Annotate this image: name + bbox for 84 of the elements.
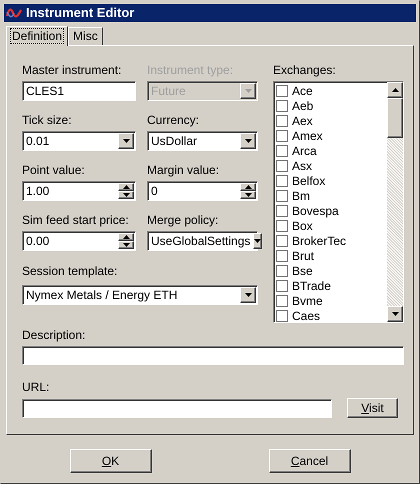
scrollbar[interactable] xyxy=(387,82,403,322)
dropdown[interactable]: UsDollar xyxy=(147,131,258,151)
exchange-item[interactable]: Bm xyxy=(274,188,387,203)
spin-down-button[interactable] xyxy=(118,191,134,199)
spin-field[interactable]: 0 xyxy=(147,181,258,201)
exchange-item[interactable]: Box xyxy=(274,218,387,233)
down-arrow-icon xyxy=(244,89,252,93)
dialog-button[interactable]: Cancel xyxy=(268,449,350,473)
checkbox[interactable] xyxy=(276,280,288,292)
down-arrow-icon xyxy=(122,193,130,197)
exchange-item[interactable]: Asx xyxy=(274,158,387,173)
up-arrow-icon xyxy=(392,88,398,92)
checkbox[interactable] xyxy=(276,234,288,246)
dropdown-button[interactable] xyxy=(240,287,256,303)
exchange-item[interactable]: Amex xyxy=(274,128,387,143)
field-label: Master instrument: xyxy=(22,63,122,77)
down-arrow-icon xyxy=(244,139,252,143)
window-title: Instrument Editor xyxy=(26,4,134,22)
spin-up-button[interactable] xyxy=(118,183,134,191)
checkbox[interactable] xyxy=(276,204,288,216)
dropdown[interactable]: Nymex Metals / Energy ETH xyxy=(22,285,258,305)
visit-button[interactable]: Visit xyxy=(346,398,398,418)
checkbox[interactable] xyxy=(276,174,288,186)
spin-down-button[interactable] xyxy=(118,241,134,249)
down-arrow-icon xyxy=(392,312,398,316)
dropdown-button[interactable] xyxy=(253,233,262,249)
down-arrow-icon xyxy=(122,139,130,143)
field-label: Margin value: xyxy=(147,163,220,177)
dropdown-button[interactable] xyxy=(240,133,256,149)
up-arrow-icon xyxy=(122,235,130,239)
checkbox[interactable] xyxy=(276,114,288,126)
field-label: Point value: xyxy=(22,163,86,177)
exchange-item[interactable]: Bse xyxy=(274,263,387,278)
field-label: Tick size: xyxy=(22,113,73,127)
field-label: Description: xyxy=(22,328,86,342)
exchange-item[interactable]: Aex xyxy=(274,113,387,128)
down-arrow-icon xyxy=(244,293,252,297)
checkbox[interactable] xyxy=(276,84,288,96)
field-label: URL: xyxy=(22,380,50,394)
field-label: Sim feed start price: xyxy=(22,213,130,227)
checkbox[interactable] xyxy=(276,310,288,322)
tab[interactable]: Definition xyxy=(6,26,68,46)
checkbox[interactable] xyxy=(276,160,288,172)
tab[interactable]: Misc xyxy=(68,27,103,45)
exchange-item[interactable]: Ace xyxy=(274,83,387,98)
spin-field[interactable]: 1.00 xyxy=(22,181,136,201)
exchange-item[interactable]: BTrade xyxy=(274,278,387,293)
down-arrow-icon xyxy=(254,239,262,243)
dropdown-button[interactable] xyxy=(118,133,134,149)
exchange-item[interactable]: Caes xyxy=(274,308,387,323)
exchange-item[interactable]: Aeb xyxy=(274,98,387,113)
down-arrow-icon xyxy=(244,193,252,197)
checkbox[interactable] xyxy=(276,250,288,262)
field-label: Session template: xyxy=(22,264,118,278)
exchange-item[interactable]: BrokerTec xyxy=(274,233,387,248)
input-field[interactable]: CLES1 xyxy=(22,81,136,101)
up-arrow-icon xyxy=(244,185,252,189)
up-arrow-icon xyxy=(122,185,130,189)
exchange-item[interactable]: Brut xyxy=(274,248,387,263)
checkbox[interactable] xyxy=(276,264,288,276)
field-label: Currency: xyxy=(147,113,200,127)
checkbox[interactable] xyxy=(276,220,288,232)
checkbox[interactable] xyxy=(276,294,288,306)
exchange-item[interactable]: Bovespa xyxy=(274,203,387,218)
scrollbar-thumb[interactable] xyxy=(387,98,403,138)
url-field[interactable] xyxy=(22,398,332,418)
field-label: Exchanges: xyxy=(273,63,337,77)
spin-field[interactable]: 0.00 xyxy=(22,231,136,251)
exchange-item[interactable]: Bvme xyxy=(274,293,387,308)
down-arrow-icon xyxy=(122,243,130,247)
spin-up-button[interactable] xyxy=(240,183,256,191)
dialog-button[interactable]: OK xyxy=(70,449,152,473)
checkbox[interactable] xyxy=(276,144,288,156)
checkbox[interactable] xyxy=(276,190,288,202)
app-logo-icon xyxy=(6,7,22,19)
checkbox[interactable] xyxy=(276,100,288,112)
exchange-item[interactable]: Belfox xyxy=(274,173,387,188)
description-field[interactable] xyxy=(22,346,404,365)
spin-up-button[interactable] xyxy=(118,233,134,241)
field-label: Merge policy: xyxy=(147,213,220,227)
exchange-item[interactable]: Arca xyxy=(274,143,387,158)
dropdown[interactable]: 0.01 xyxy=(22,131,136,151)
spin-down-button[interactable] xyxy=(240,191,256,199)
checkbox[interactable] xyxy=(276,130,288,142)
